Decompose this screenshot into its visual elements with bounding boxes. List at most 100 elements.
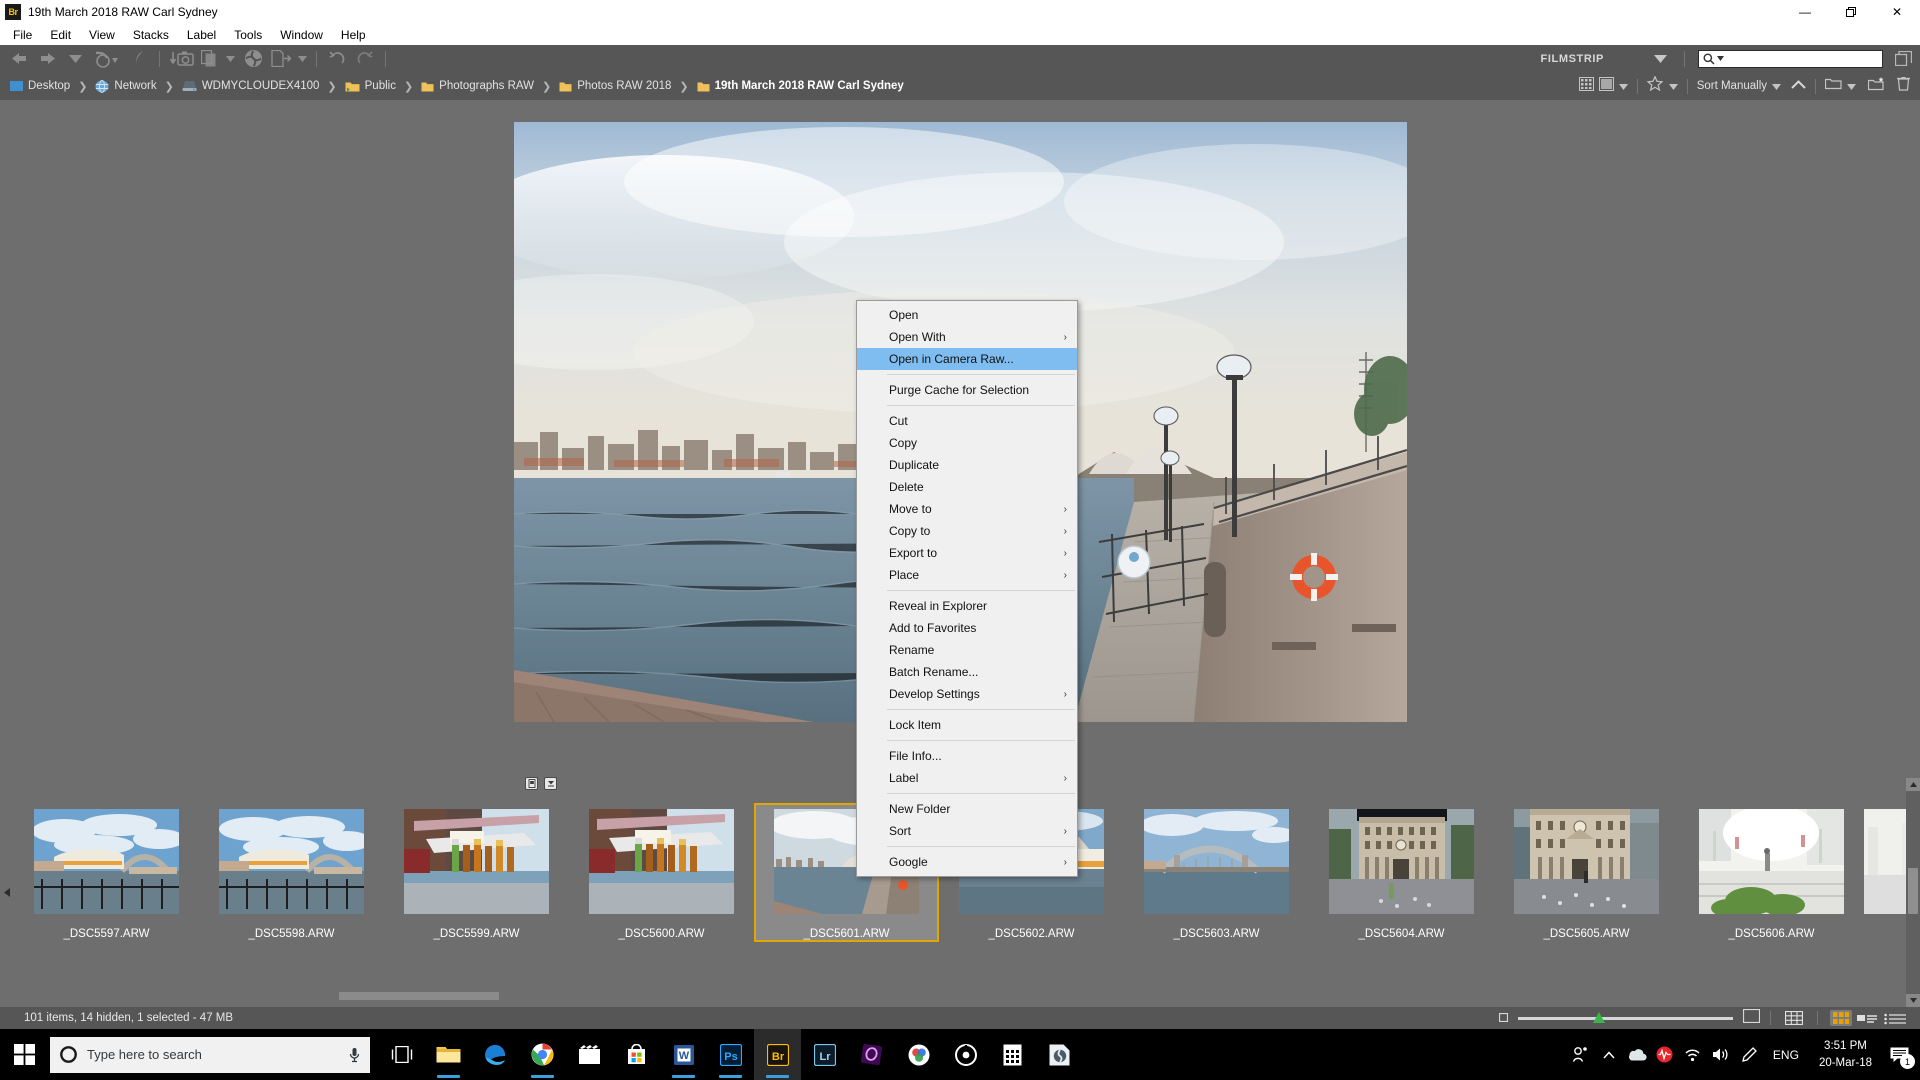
breadcrumb-photographs-raw[interactable]: Photographs RAW bbox=[421, 80, 534, 93]
details-view-icon[interactable] bbox=[1856, 1010, 1878, 1026]
minimize-button[interactable]: — bbox=[1782, 0, 1828, 24]
new-folder-icon[interactable] bbox=[1868, 77, 1885, 96]
menu-view[interactable]: View bbox=[80, 25, 124, 44]
network-icon[interactable] bbox=[1679, 1029, 1707, 1080]
compact-mode-icon[interactable] bbox=[1895, 51, 1912, 66]
onedrive-icon[interactable] bbox=[1623, 1029, 1651, 1080]
ctx-google[interactable]: Google› bbox=[857, 851, 1077, 873]
ctx-cut[interactable]: Cut bbox=[857, 410, 1077, 432]
output-icon[interactable] bbox=[269, 48, 293, 70]
ctx-batch-rename[interactable]: Batch Rename... bbox=[857, 661, 1077, 683]
volume-icon[interactable] bbox=[1707, 1029, 1735, 1080]
content-vertical-scrollbar[interactable] bbox=[1906, 778, 1920, 1007]
filter-list-icon[interactable] bbox=[1599, 77, 1614, 96]
rotate-ccw-icon[interactable] bbox=[324, 48, 350, 70]
menu-file[interactable]: File bbox=[4, 25, 41, 44]
menu-tools[interactable]: Tools bbox=[225, 25, 271, 44]
ctx-rename[interactable]: Rename bbox=[857, 639, 1077, 661]
thumbnail-size-slider[interactable] bbox=[1518, 1017, 1733, 1020]
delete-icon[interactable] bbox=[1897, 76, 1910, 96]
rotate-cw-icon[interactable] bbox=[352, 48, 378, 70]
ctx-open-with[interactable]: Open With› bbox=[857, 326, 1077, 348]
microsoft-edge-icon[interactable] bbox=[472, 1029, 519, 1080]
sort-dropdown-icon[interactable] bbox=[1772, 77, 1781, 95]
breadcrumb-network[interactable]: Network bbox=[95, 80, 156, 93]
breadcrumb-current-folder[interactable]: 19th March 2018 RAW Carl Sydney bbox=[697, 80, 904, 93]
taskbar-search-box[interactable]: Type here to search bbox=[50, 1037, 370, 1073]
ctx-open-in-camera-raw[interactable]: Open in Camera Raw... bbox=[857, 348, 1077, 370]
bridge-icon[interactable]: Br bbox=[754, 1029, 801, 1080]
ctx-purge-cache[interactable]: Purge Cache for Selection bbox=[857, 379, 1077, 401]
task-view-icon[interactable] bbox=[378, 1029, 425, 1080]
breadcrumb-desktop[interactable]: Desktop bbox=[10, 80, 70, 92]
thumbnail-item[interactable]: _DSC5605.ARW bbox=[1494, 803, 1679, 940]
grid-view-icon[interactable] bbox=[1783, 1010, 1805, 1026]
thumbnail-item[interactable]: _DSC5599.ARW bbox=[384, 803, 569, 940]
ctx-reveal-in-explorer[interactable]: Reveal in Explorer bbox=[857, 595, 1077, 617]
filter-dropdown-icon[interactable] bbox=[1619, 77, 1628, 95]
breadcrumb-public[interactable]: Public bbox=[345, 80, 396, 93]
refine-icon[interactable] bbox=[199, 48, 221, 70]
affinity-photo-icon[interactable] bbox=[895, 1029, 942, 1080]
list-view-icon[interactable] bbox=[1882, 1010, 1908, 1026]
thumbnail-size-large-icon[interactable] bbox=[1743, 1009, 1760, 1028]
ctx-copy-to[interactable]: Copy to› bbox=[857, 520, 1077, 542]
folder-dropdown-icon[interactable] bbox=[1847, 77, 1856, 95]
back-arrow-icon[interactable] bbox=[6, 48, 32, 70]
start-button[interactable] bbox=[0, 1029, 48, 1080]
file-explorer-icon[interactable] bbox=[425, 1029, 472, 1080]
lightroom-icon[interactable]: Lr bbox=[801, 1029, 848, 1080]
notification-center-icon[interactable]: 1 bbox=[1882, 1029, 1916, 1080]
microsoft-store-icon[interactable] bbox=[613, 1029, 660, 1080]
output-dropdown-icon[interactable] bbox=[295, 48, 309, 70]
thumbnail-item[interactable]: _DSC5606.ARW bbox=[1679, 803, 1864, 940]
ctx-sort[interactable]: Sort› bbox=[857, 820, 1077, 842]
ctx-export-to[interactable]: Export to› bbox=[857, 542, 1077, 564]
forward-arrow-icon[interactable] bbox=[34, 48, 60, 70]
thumbnail-size-small-icon[interactable] bbox=[1499, 1009, 1508, 1027]
ctx-lock-item[interactable]: Lock Item bbox=[857, 714, 1077, 736]
sort-ascending-icon[interactable] bbox=[1791, 77, 1806, 95]
close-button[interactable]: ✕ bbox=[1874, 0, 1920, 24]
ctx-duplicate[interactable]: Duplicate bbox=[857, 454, 1077, 476]
scroll-down-icon[interactable] bbox=[1906, 994, 1920, 1007]
dxo-photolab-icon[interactable] bbox=[1036, 1029, 1083, 1080]
ctx-label[interactable]: Label› bbox=[857, 767, 1077, 789]
breadcrumb-wdmycloudex4100[interactable]: WDMYCLOUDEX4100 bbox=[182, 80, 320, 93]
clock[interactable]: 3:51 PM 20-Mar-18 bbox=[1809, 1038, 1882, 1071]
ctx-place[interactable]: Place› bbox=[857, 564, 1077, 586]
thumbnail-view-icon[interactable] bbox=[1830, 1010, 1852, 1026]
menu-label[interactable]: Label bbox=[178, 25, 225, 44]
menu-stacks[interactable]: Stacks bbox=[124, 25, 178, 44]
scroll-up-icon[interactable] bbox=[1906, 778, 1920, 791]
on1-photo-icon[interactable] bbox=[848, 1029, 895, 1080]
people-icon[interactable] bbox=[1567, 1029, 1595, 1080]
capture-one-icon[interactable] bbox=[942, 1029, 989, 1080]
star-dropdown-icon[interactable] bbox=[1669, 77, 1678, 95]
maximize-button[interactable] bbox=[1828, 0, 1874, 24]
menu-window[interactable]: Window bbox=[271, 25, 332, 44]
search-input[interactable] bbox=[1724, 53, 1874, 65]
thumbnail-item[interactable]: _DSC5604.ARW bbox=[1309, 803, 1494, 940]
sort-label[interactable]: Sort Manually bbox=[1697, 80, 1767, 92]
ctx-new-folder[interactable]: New Folder bbox=[857, 798, 1077, 820]
open-recent-folder-icon[interactable] bbox=[1825, 77, 1842, 95]
rotate-counterclockwise-icon[interactable] bbox=[126, 48, 152, 70]
google-chrome-icon[interactable] bbox=[519, 1029, 566, 1080]
workspace-dropdown-icon[interactable] bbox=[1654, 50, 1667, 68]
photoshop-icon[interactable]: Ps bbox=[707, 1029, 754, 1080]
menu-edit[interactable]: Edit bbox=[41, 25, 80, 44]
refine-dropdown-icon[interactable] bbox=[223, 48, 237, 70]
pen-workspace-icon[interactable] bbox=[1735, 1029, 1763, 1080]
boomerang-refresh-icon[interactable] bbox=[90, 48, 124, 70]
movies-tv-icon[interactable] bbox=[566, 1029, 613, 1080]
recent-dropdown-icon[interactable] bbox=[62, 48, 88, 70]
scrollbar-thumb[interactable] bbox=[1908, 868, 1918, 914]
star-rating-icon[interactable] bbox=[1647, 76, 1663, 96]
scrollbar-thumb[interactable] bbox=[339, 992, 499, 1000]
ctx-copy[interactable]: Copy bbox=[857, 432, 1077, 454]
filter-grid-icon[interactable] bbox=[1579, 77, 1594, 96]
ctx-add-to-favorites[interactable]: Add to Favorites bbox=[857, 617, 1077, 639]
ctx-file-info[interactable]: File Info... bbox=[857, 745, 1077, 767]
slider-knob[interactable] bbox=[1593, 1012, 1605, 1023]
